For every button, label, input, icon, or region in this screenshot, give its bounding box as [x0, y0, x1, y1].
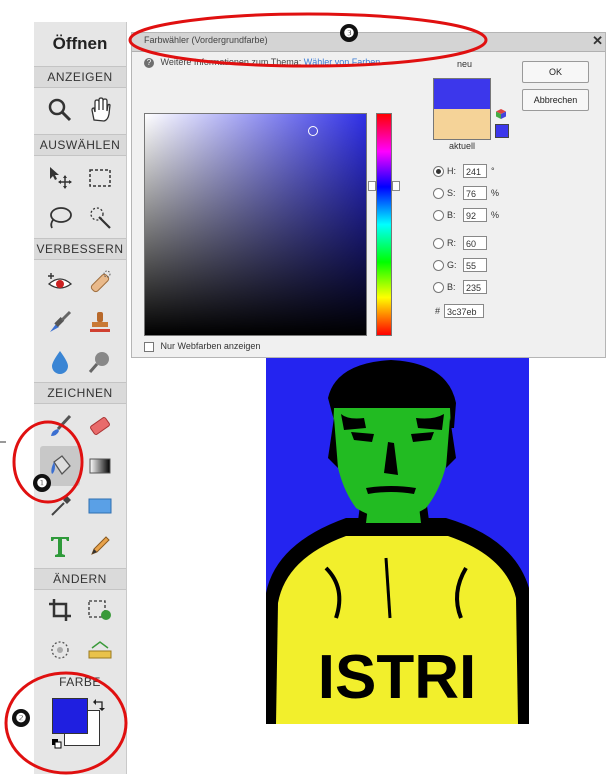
annotation-circle-paint-bucket	[12, 420, 84, 504]
annotation-badge-1: ❶	[33, 474, 51, 492]
annotation-badge-3: ❸	[340, 24, 358, 42]
annotation-badge-2: ❷	[12, 709, 30, 727]
annotation-layer	[0, 12, 488, 775]
annotation-circle-titlebar	[128, 12, 488, 68]
